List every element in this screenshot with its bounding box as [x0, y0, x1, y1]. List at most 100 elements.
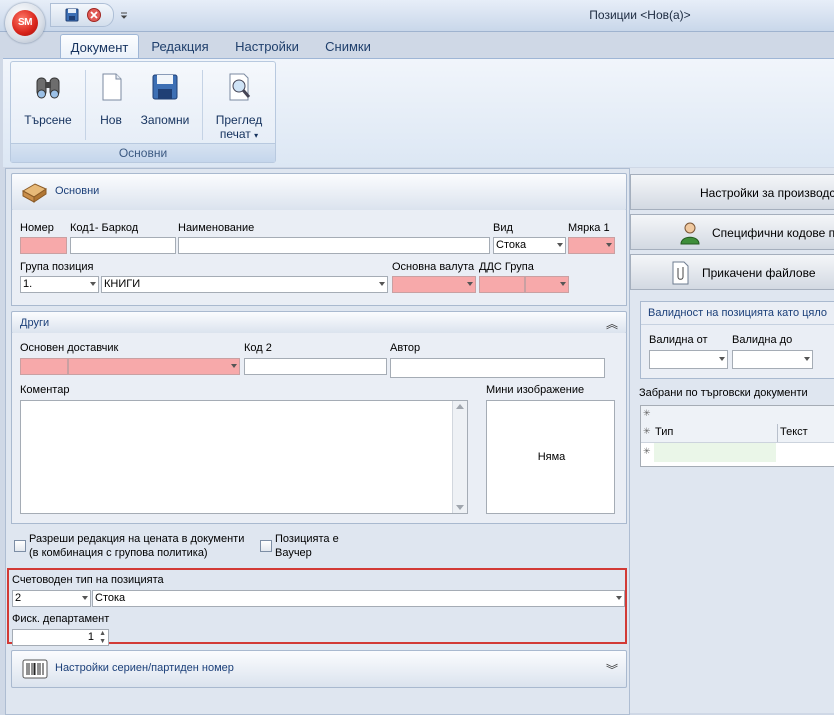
- section-serial-header[interactable]: Настройки сериен/партиден номер ︾: [11, 650, 627, 688]
- supplier-select[interactable]: [68, 358, 240, 375]
- group-code-select[interactable]: 1.: [20, 276, 99, 293]
- allow-price-edit-label-2: (в комбинация с групова политика): [29, 547, 208, 559]
- valid-to-label: Валидна до: [732, 334, 793, 346]
- production-settings-button[interactable]: Настройки за производство: [630, 174, 834, 210]
- unit-select[interactable]: [568, 237, 615, 254]
- allow-price-edit-label-1: Разреши редакция на цената в документи: [29, 533, 245, 545]
- barcode-field[interactable]: [70, 237, 176, 254]
- comment-scrollbar[interactable]: [452, 401, 467, 513]
- floppy-disk-icon: [152, 74, 178, 100]
- new-button[interactable]: Нов: [90, 66, 132, 142]
- code2-field[interactable]: [244, 358, 387, 375]
- print-preview-label-1: Преглед: [215, 113, 263, 127]
- collapse-up-icon[interactable]: ︽: [606, 315, 618, 332]
- close-circle-icon[interactable]: [85, 6, 103, 24]
- grid-new-row-cell[interactable]: [654, 443, 776, 462]
- allow-price-edit-checkbox[interactable]: [14, 540, 26, 552]
- validity-box: Валидност на позицията като цяло Валидна…: [640, 301, 834, 379]
- ribbon-tab-bar: Документ Редакция Настройки Снимки: [0, 31, 834, 59]
- accounting-type-value: Стока: [95, 592, 126, 604]
- valid-to-date[interactable]: [732, 350, 813, 369]
- tab-settings[interactable]: Настройки: [228, 34, 306, 58]
- supplier-code-field[interactable]: [20, 358, 68, 375]
- attached-files-label: Прикачени файлове: [702, 266, 816, 280]
- number-field[interactable]: [20, 237, 67, 254]
- accounting-type-label: Счетоводен тип на позицията: [12, 574, 164, 586]
- specific-codes-button[interactable]: Специфични кодове по: [630, 214, 834, 250]
- column-header-text[interactable]: Текст: [780, 426, 808, 438]
- grid-new-row[interactable]: ✳: [641, 443, 834, 462]
- accounting-type-code-select[interactable]: 2: [12, 590, 91, 607]
- currency-label: Основна валута: [392, 261, 475, 273]
- fiscal-department-stepper[interactable]: 1 ▲ ▼: [12, 629, 109, 646]
- stepper-up-icon[interactable]: ▲: [99, 630, 106, 637]
- scroll-up-icon[interactable]: [456, 404, 464, 409]
- section-basic-header[interactable]: Основни: [11, 173, 627, 211]
- print-preview-label-2: печат ▾: [219, 127, 259, 141]
- save-icon[interactable]: [63, 6, 81, 24]
- section-serial-title: Настройки сериен/партиден номер: [55, 662, 234, 674]
- tab-document[interactable]: Документ: [60, 34, 139, 59]
- vat-group-select[interactable]: [525, 276, 569, 293]
- column-header-type[interactable]: Тип: [655, 426, 673, 438]
- search-button[interactable]: Търсене: [15, 66, 81, 142]
- validity-header-label: Валидност на позицията като цяло: [648, 307, 828, 319]
- comment-textarea[interactable]: [20, 400, 468, 514]
- save-button[interactable]: Запомни: [135, 66, 195, 142]
- tab-snapshots[interactable]: Снимки: [318, 34, 378, 58]
- section-other-header[interactable]: Други ︽: [11, 311, 627, 334]
- vat-group-code-select[interactable]: [479, 276, 525, 293]
- attached-files-button[interactable]: Прикачени файлове: [630, 254, 834, 290]
- unit-label: Мярка 1: [568, 222, 610, 234]
- customize-toolbar-icon[interactable]: [119, 6, 129, 24]
- chevron-down-icon: [379, 282, 385, 286]
- group-label: Група позиция: [20, 261, 94, 273]
- print-preview-button[interactable]: Преглед печат ▾: [207, 66, 271, 142]
- voucher-label-2: Ваучер: [275, 547, 312, 559]
- chevron-down-icon: [616, 596, 622, 600]
- thumbnail-box[interactable]: Няма: [486, 400, 615, 514]
- accounting-type-select[interactable]: Стока: [92, 590, 625, 607]
- chevron-down-icon: [557, 243, 563, 247]
- chevron-down-icon: [560, 282, 566, 286]
- new-document-icon: [102, 73, 122, 101]
- tab-edit[interactable]: Редакция: [144, 34, 216, 58]
- supplier-label: Основен доставчик: [20, 342, 119, 354]
- app-menu-button[interactable]: SM: [5, 3, 45, 43]
- group-name-select[interactable]: КНИГИ: [101, 276, 388, 293]
- binoculars-icon: [36, 77, 60, 99]
- currency-select[interactable]: [392, 276, 476, 293]
- item-form-panel: Основни Номер Код1- Баркод Наименование …: [5, 168, 630, 715]
- vat-group-label: ДДС Група: [479, 261, 534, 273]
- kind-label: Вид: [493, 222, 513, 234]
- expand-down-icon[interactable]: ︾: [606, 661, 618, 678]
- fiscal-department-value: 1: [87, 631, 94, 643]
- kind-value: Стока: [496, 239, 527, 251]
- forbidden-docs-grid[interactable]: ✳ ✳ Тип Текст ✳: [640, 405, 834, 467]
- chevron-down-icon: [719, 357, 725, 361]
- grid-filter-row[interactable]: ✳: [641, 406, 834, 425]
- valid-from-label: Валидна от: [649, 334, 708, 346]
- stepper-down-icon[interactable]: ▼: [99, 638, 106, 645]
- section-basic-title: Основни: [55, 185, 100, 197]
- name-field[interactable]: [178, 237, 490, 254]
- ribbon-group-label: Основни: [11, 143, 275, 162]
- thumbnail-empty-text: Няма: [537, 451, 566, 463]
- author-field[interactable]: [390, 358, 605, 378]
- attachment-document-icon: [672, 261, 689, 285]
- voucher-label-1: Позицията е: [275, 533, 339, 545]
- right-panel: Настройки за производство Специфични код…: [630, 168, 834, 713]
- production-settings-label: Настройки за производство: [700, 186, 834, 200]
- code-label: Код1- Баркод: [70, 222, 139, 234]
- ribbon-separator: [85, 70, 86, 140]
- scroll-down-icon[interactable]: [456, 505, 464, 510]
- chevron-down-icon: [82, 596, 88, 600]
- column-divider: [777, 424, 778, 442]
- ribbon-group-main: Търсене Нов Запомни Преглед печат ▾ Осно…: [10, 61, 276, 163]
- author-label: Автор: [390, 342, 421, 354]
- valid-from-date[interactable]: [649, 350, 728, 369]
- voucher-checkbox[interactable]: [260, 540, 272, 552]
- chevron-down-icon: [804, 357, 810, 361]
- kind-select[interactable]: Стока: [493, 237, 566, 254]
- window-title: Позиции <Нов(а)>: [589, 8, 691, 22]
